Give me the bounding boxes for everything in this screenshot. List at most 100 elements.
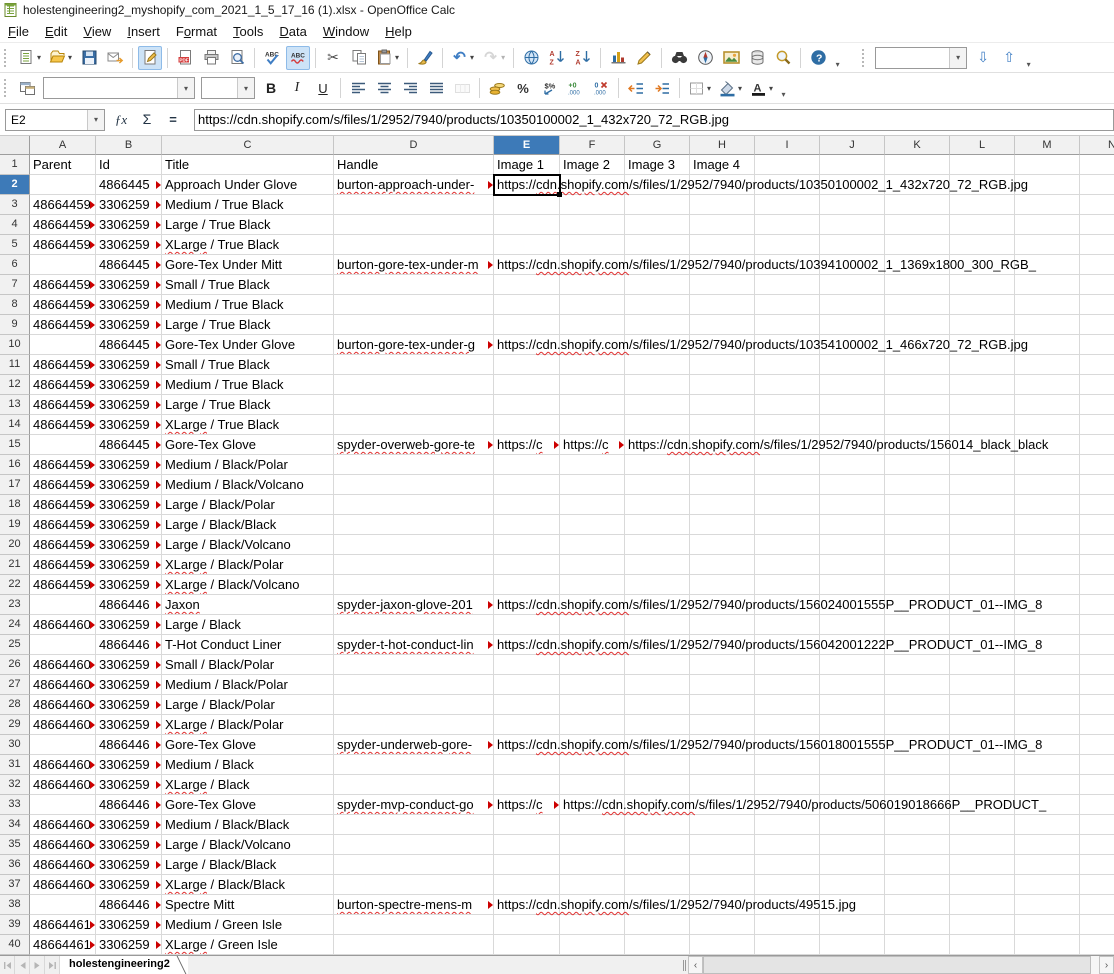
cell-B7[interactable]: 3306259 (96, 275, 162, 295)
row-header-35[interactable]: 35 (0, 835, 30, 855)
font-name-dropdown-icon[interactable]: ▾ (177, 78, 194, 98)
cell-J12[interactable] (820, 375, 885, 395)
cell-J17[interactable] (820, 475, 885, 495)
cell-B15[interactable]: 4866445 (96, 435, 162, 455)
cell-E29[interactable] (494, 715, 560, 735)
cell-C7[interactable]: Small / True Black (162, 275, 334, 295)
previous-sheet-button[interactable] (15, 956, 30, 974)
cell-D12[interactable] (334, 375, 494, 395)
cell-M19[interactable] (1015, 515, 1080, 535)
cell-L8[interactable] (950, 295, 1015, 315)
cell-L29[interactable] (950, 715, 1015, 735)
cell-G22[interactable] (625, 575, 690, 595)
cell-C29[interactable]: XLarge / Black/Polar (162, 715, 334, 735)
cell-K22[interactable] (885, 575, 950, 595)
find-replace-button[interactable] (667, 46, 691, 70)
cell-J16[interactable] (820, 455, 885, 475)
column-header-A[interactable]: A (30, 136, 96, 155)
cell-D16[interactable] (334, 455, 494, 475)
cell-B24[interactable]: 3306259 (96, 615, 162, 635)
cell-K31[interactable] (885, 755, 950, 775)
column-header-J[interactable]: J (820, 136, 885, 155)
cell-B22[interactable]: 3306259 (96, 575, 162, 595)
cell-M21[interactable] (1015, 555, 1080, 575)
cell-D4[interactable] (334, 215, 494, 235)
cell-M20[interactable] (1015, 535, 1080, 555)
merge-cells-button[interactable] (450, 76, 474, 100)
column-header-L[interactable]: L (950, 136, 1015, 155)
cell-J18[interactable] (820, 495, 885, 515)
cell-C11[interactable]: Small / True Black (162, 355, 334, 375)
cell-M32[interactable] (1015, 775, 1080, 795)
cell-C33[interactable]: Gore-Tex Glove (162, 795, 334, 815)
cell-A32[interactable]: 48664460 (30, 775, 96, 795)
cell-E31[interactable] (494, 755, 560, 775)
cell-D8[interactable] (334, 295, 494, 315)
cell-J8[interactable] (820, 295, 885, 315)
cell-G8[interactable] (625, 295, 690, 315)
cell-K12[interactable] (885, 375, 950, 395)
cell-C27[interactable]: Medium / Black/Polar (162, 675, 334, 695)
cell-F36[interactable] (560, 855, 625, 875)
cell-I28[interactable] (755, 695, 820, 715)
paste-button[interactable]: ▾ (373, 46, 402, 70)
find-previous-button[interactable]: ⇧ (997, 46, 1021, 70)
cell-H7[interactable] (690, 275, 755, 295)
toolbar-grip[interactable] (4, 49, 9, 67)
row-header-17[interactable]: 17 (0, 475, 30, 495)
cell-I12[interactable] (755, 375, 820, 395)
function-wizard-button[interactable]: ƒx (109, 108, 133, 132)
hscroll-track[interactable] (1091, 956, 1099, 974)
row-header-24[interactable]: 24 (0, 615, 30, 635)
cell-K29[interactable] (885, 715, 950, 735)
cell-A35[interactable]: 48664460 (30, 835, 96, 855)
cell-C8[interactable]: Medium / True Black (162, 295, 334, 315)
cell-F15[interactable]: https://c (560, 435, 625, 455)
decrease-indent-button[interactable] (624, 76, 648, 100)
cell-F28[interactable] (560, 695, 625, 715)
chart-button[interactable] (606, 46, 630, 70)
cell-K34[interactable] (885, 815, 950, 835)
cell-H32[interactable] (690, 775, 755, 795)
cell-B11[interactable]: 3306259 (96, 355, 162, 375)
toolbar-options-icon[interactable]: ▾ (831, 45, 844, 71)
cell-L26[interactable] (950, 655, 1015, 675)
cell-K26[interactable] (885, 655, 950, 675)
cell-F39[interactable] (560, 915, 625, 935)
cell-B13[interactable]: 3306259 (96, 395, 162, 415)
cell-J11[interactable] (820, 355, 885, 375)
cell-I24[interactable] (755, 615, 820, 635)
cell-G40[interactable] (625, 935, 690, 955)
cell-K4[interactable] (885, 215, 950, 235)
cell-M34[interactable] (1015, 815, 1080, 835)
new-button[interactable]: ▾ (15, 46, 44, 70)
cell-F7[interactable] (560, 275, 625, 295)
cell-A25[interactable] (30, 635, 96, 655)
cell-I1[interactable] (755, 155, 820, 175)
scrollbar-splitter[interactable] (681, 956, 688, 974)
underline-button[interactable]: U (311, 76, 335, 100)
cell-G12[interactable] (625, 375, 690, 395)
cell-G21[interactable] (625, 555, 690, 575)
cell-B5[interactable]: 3306259 (96, 235, 162, 255)
cell-D35[interactable] (334, 835, 494, 855)
cell-N5[interactable] (1080, 235, 1114, 255)
row-header-22[interactable]: 22 (0, 575, 30, 595)
cell-H40[interactable] (690, 935, 755, 955)
cell-E37[interactable] (494, 875, 560, 895)
cell-N14[interactable] (1080, 415, 1114, 435)
cell-I21[interactable] (755, 555, 820, 575)
find-input[interactable]: ▾ (875, 47, 967, 69)
cell-H21[interactable] (690, 555, 755, 575)
menu-format[interactable]: Format (168, 21, 225, 42)
cell-B9[interactable]: 3306259 (96, 315, 162, 335)
cell-C34[interactable]: Medium / Black/Black (162, 815, 334, 835)
cell-L20[interactable] (950, 535, 1015, 555)
cell-I16[interactable] (755, 455, 820, 475)
cell-A14[interactable]: 48664459 (30, 415, 96, 435)
hscroll-right-arrow[interactable]: › (1099, 956, 1114, 974)
cell-E12[interactable] (494, 375, 560, 395)
cell-D2[interactable]: burton-approach-under- (334, 175, 494, 195)
cell-J22[interactable] (820, 575, 885, 595)
cell-L3[interactable] (950, 195, 1015, 215)
